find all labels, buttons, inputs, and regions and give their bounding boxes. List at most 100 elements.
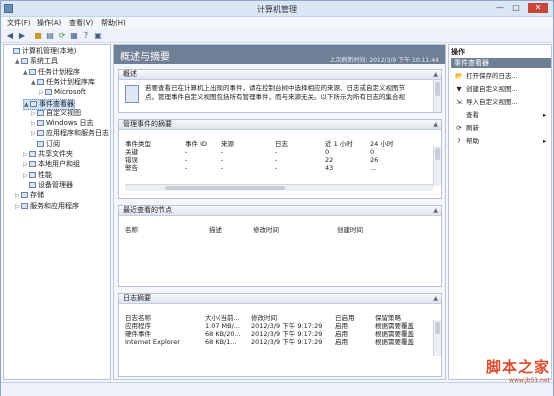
action-item[interactable]: ⟳ 刷新	[455, 123, 479, 133]
tree-node[interactable]: 订阅	[31, 140, 60, 149]
table-row[interactable]: 警告 - - - 43...	[125, 164, 433, 172]
admin-events-summary-section: 管理事件的摘要 ▲ 事件类型 事件 ID 来源 日志 近 1 小时 24 小时 关键 - - -0 0…	[118, 119, 442, 199]
table-row[interactable]: Internet Explorer 68 KB/1... 2012/3/9 下午 9…	[125, 338, 433, 346]
column-header[interactable]: 事件 ID	[185, 140, 207, 148]
tree-node-label: 性能	[38, 170, 52, 179]
action-item[interactable]: ⇲ 导入自定义视图...	[455, 97, 517, 107]
log-summary-header[interactable]: 日志摘要 ▲	[119, 294, 441, 304]
overview-section: 概述 ▲ 若要查看已在计算机上出现的事件，请在控制台树中选择相应的来源、日志或自定…	[118, 69, 442, 113]
tree-node[interactable]: 设备管理器	[23, 181, 73, 190]
table-row[interactable]: 硬件事件 68 KB/20... 2012/3/9 下午 9:17:29 启用 根据需要…	[125, 330, 433, 338]
column-header[interactable]: 大小(当前...	[205, 314, 240, 322]
tree-node-label: 事件查看器	[39, 99, 74, 108]
properties-icon[interactable]: ▣	[93, 31, 103, 40]
refresh-icon: ⟳	[456, 124, 462, 132]
table-cell: 根据需要覆盖	[375, 338, 414, 346]
overview-scrollbar[interactable]	[433, 80, 441, 112]
tree-node[interactable]: ▷ 性能	[23, 171, 52, 180]
column-header[interactable]: 事件类型	[125, 140, 151, 148]
column-header[interactable]: 近 1 小时	[325, 140, 353, 148]
table-row[interactable]: 错误 - - - 22 26	[125, 156, 433, 164]
table-cell: 1.07 MB/...	[205, 322, 240, 330]
table-cell: -	[221, 156, 224, 164]
forward-icon[interactable]: ▶	[17, 31, 27, 40]
export-list-icon[interactable]: ▦	[69, 31, 79, 40]
tree-node[interactable]: ▷ 共享文件夹	[23, 150, 73, 159]
maximize-button[interactable]: □	[509, 3, 523, 13]
node-icon	[37, 78, 44, 85]
table-cell: -	[275, 156, 278, 164]
refresh-icon[interactable]: ⟳	[57, 31, 67, 40]
node-icon	[37, 140, 44, 147]
tree-node[interactable]: ▷ 应用程序和服务日志	[31, 129, 109, 138]
menu-help[interactable]: 帮助(H)	[101, 18, 126, 28]
column-header[interactable]: 已启用	[335, 314, 355, 322]
tree-node[interactable]: ▷ 存储	[15, 191, 44, 200]
action-label: 创建自定义视图...	[466, 85, 518, 93]
tree-node[interactable]: ▲ 任务计划程序库	[31, 78, 95, 87]
tree-node[interactable]: ▷ 自定义视图	[31, 109, 81, 118]
table-row[interactable]: 关键 - - - 0 0	[125, 148, 433, 156]
tree-node-label: 应用程序和服务日志	[46, 129, 109, 138]
summary-header[interactable]: 管理事件的摘要 ▲	[119, 120, 441, 130]
tree-node[interactable]: ▷ Windows 日志	[31, 119, 93, 128]
column-header[interactable]: 24 小时	[370, 140, 393, 148]
collapse-icon: ▲	[433, 71, 438, 78]
summary-hscroll[interactable]	[125, 184, 433, 191]
column-header[interactable]: 保留策略	[375, 314, 401, 322]
table-cell: 警告	[125, 164, 138, 172]
tree-node[interactable]: 计算机管理(本地)	[7, 47, 76, 56]
window-title: 计算机管理	[257, 5, 297, 14]
recent-nodes-section: 最近查看的节点 ▲ 名称 描述 修改时间 创建时间	[118, 205, 442, 287]
tree-node[interactable]: ▷ Microsoft	[39, 88, 86, 97]
tree-node-label: 系统工具	[30, 57, 58, 66]
node-icon	[21, 192, 28, 199]
recent-nodes-table: 名称 描述 修改时间 创建时间	[125, 226, 433, 236]
tree-node-label: Windows 日志	[46, 119, 94, 128]
menu-file[interactable]: 文件(F)	[7, 18, 31, 28]
back-icon[interactable]: ◀	[5, 31, 15, 40]
table-cell: 启用	[335, 330, 348, 338]
column-header[interactable]: 描述	[209, 226, 222, 234]
log-summary-section: 日志摘要 ▲ 日志名称 大小(当前... 修改时间 已启用 保留策略 应用程序 1.07 MB…	[118, 293, 442, 377]
tree-node[interactable]: ▷ 服务和应用程序	[15, 202, 79, 211]
help-icon[interactable]: ?	[81, 31, 91, 40]
help-icon: ?	[457, 137, 461, 145]
title-bar: 计算机管理 — □ ✕	[1, 1, 553, 17]
column-header[interactable]: 日志	[275, 140, 288, 148]
menu-action[interactable]: 操作(A)	[37, 18, 61, 28]
column-header[interactable]: 创建时间	[337, 226, 363, 234]
tree-node[interactable]: ▷ 本地用户和组	[23, 160, 80, 169]
table-cell: 启用	[335, 322, 348, 330]
folder-up-icon[interactable]: ■	[33, 31, 43, 40]
tree-node[interactable]: ▲ 任务计划程序	[23, 68, 80, 77]
close-button[interactable]: ✕	[528, 3, 548, 13]
action-label: 刷新	[466, 124, 479, 132]
folder-icon: 📂	[455, 72, 464, 80]
overview-header[interactable]: 概述 ▲	[119, 70, 441, 80]
column-header[interactable]: 修改时间	[251, 314, 277, 322]
action-item[interactable]: 查看 ▸	[455, 110, 546, 120]
watermark: 脚本之家 www.jb51.net	[485, 358, 550, 384]
center-title: 概述与摘要	[120, 52, 170, 63]
minimize-button[interactable]: —	[493, 3, 507, 13]
logs-vscroll[interactable]	[433, 320, 441, 356]
column-header[interactable]: 日志名称	[125, 314, 151, 322]
action-item[interactable]: 📂 打开保存的日志...	[455, 71, 518, 81]
table-cell: 2012/3/9 下午 9:17:29	[251, 322, 323, 330]
table-row[interactable]: 应用程序 1.07 MB/... 2012/3/9 下午 9:17:29 启用 根据需要…	[125, 322, 433, 330]
tree-node[interactable]: ▲ 系统工具	[15, 57, 58, 66]
menu-view[interactable]: 查看(V)	[69, 18, 93, 28]
action-item[interactable]: ▼ 创建自定义视图...	[455, 84, 518, 94]
node-icon	[21, 58, 28, 65]
center-pane: 概述与摘要 上次刷新时间: 2012/3/9 下午 10:11:44 概述 ▲ 若…	[113, 44, 446, 380]
action-item[interactable]: ? 帮助 ▸	[455, 136, 546, 146]
table-cell: 关键	[125, 148, 138, 156]
column-header[interactable]: 修改时间	[253, 226, 279, 234]
recent-nodes-header[interactable]: 最近查看的节点 ▲	[119, 206, 441, 216]
column-header[interactable]: 名称	[125, 226, 138, 234]
summary-vscroll[interactable]	[433, 146, 441, 186]
actions-selected-node[interactable]: 事件查看器	[451, 58, 551, 68]
console-tree-icon[interactable]: ▤	[45, 31, 55, 40]
column-header[interactable]: 来源	[221, 140, 234, 148]
